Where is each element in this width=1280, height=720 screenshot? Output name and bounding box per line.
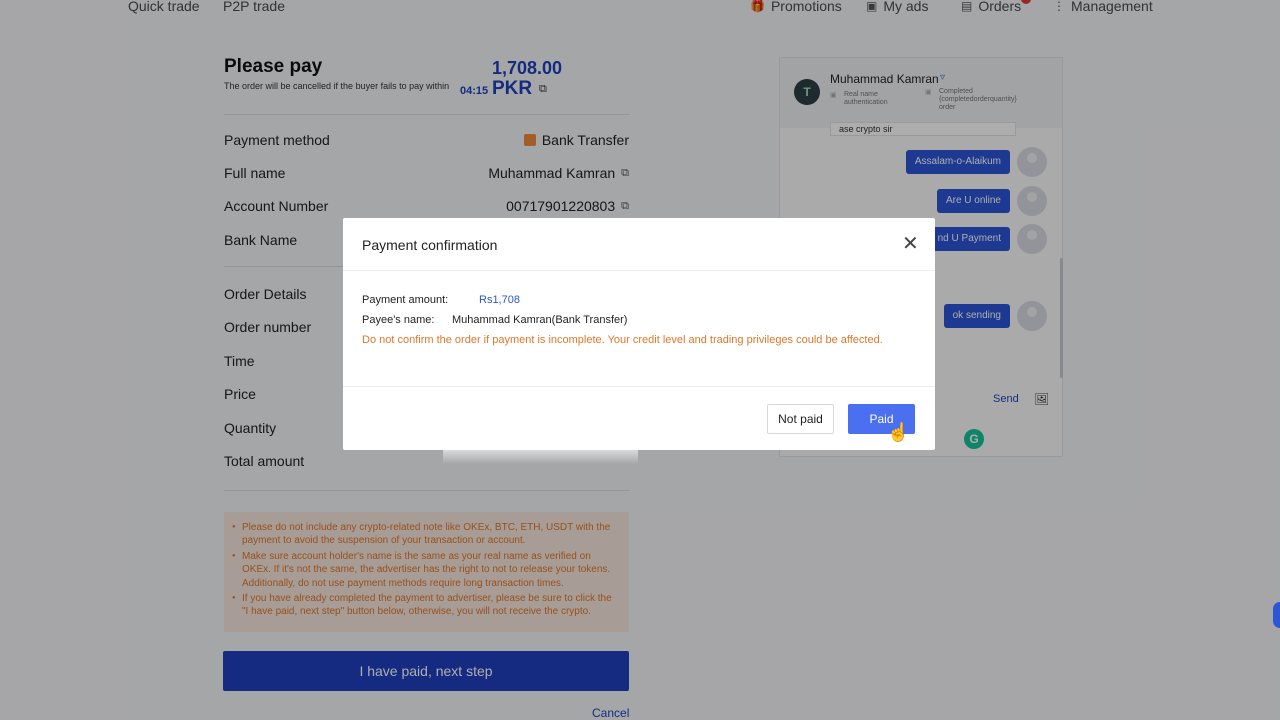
hand-cursor-icon: ☝ [887, 422, 910, 442]
divider [343, 270, 935, 271]
support-widget[interactable] [1273, 602, 1280, 628]
payment-amount-value: Rs1,708 [479, 294, 520, 306]
dialog-title: Payment confirmation [362, 237, 498, 253]
payee-name-label: Payee's name: [362, 314, 435, 326]
not-paid-button[interactable]: Not paid [767, 404, 834, 434]
divider [343, 386, 935, 387]
dropdown-shadow [443, 450, 638, 464]
payment-amount-label: Payment amount: [362, 294, 449, 306]
close-icon[interactable]: ✕ [902, 234, 919, 254]
payee-name-value: Muhammad Kamran(Bank Transfer) [452, 314, 628, 326]
payment-warning: Do not confirm the order if payment is i… [362, 334, 883, 346]
payment-confirmation-dialog: Payment confirmation ✕ Payment amount: R… [343, 218, 935, 450]
